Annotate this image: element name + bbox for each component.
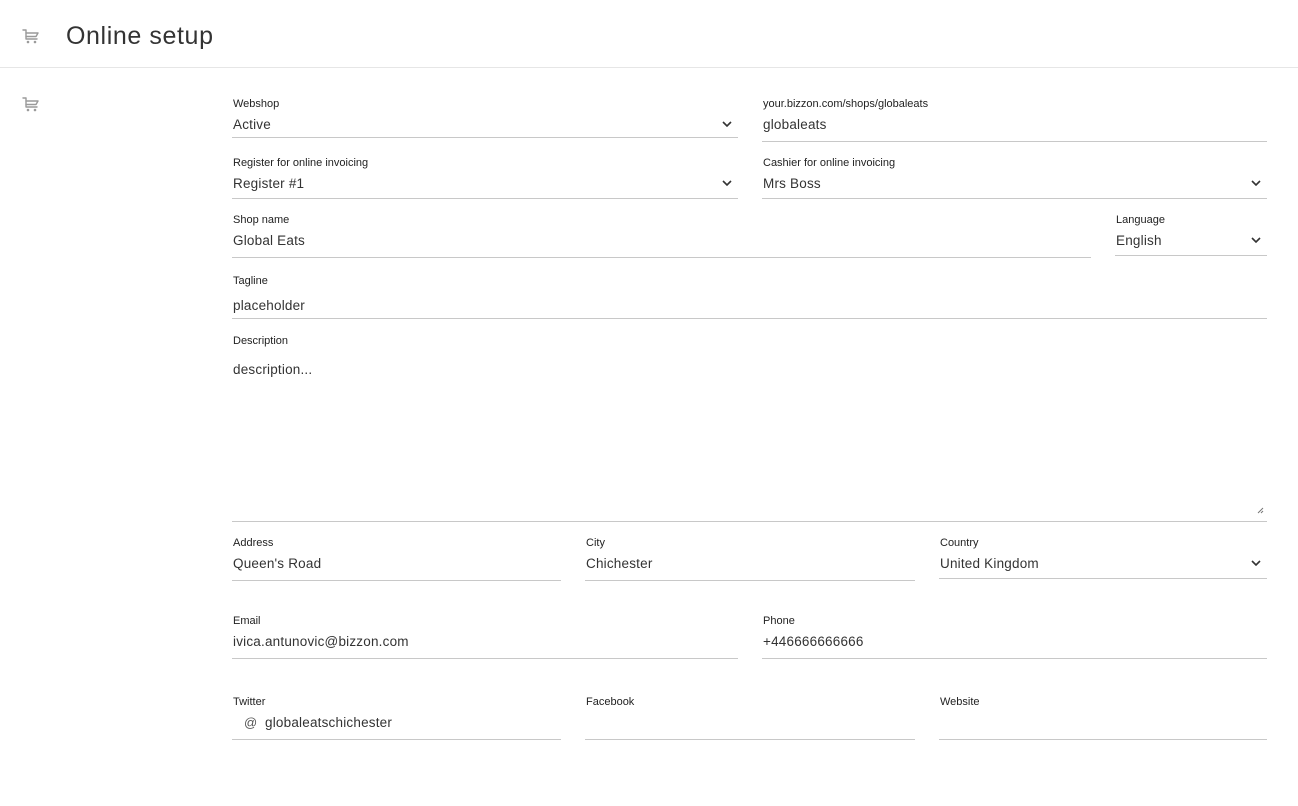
page-title: Online setup xyxy=(66,22,214,50)
webshop-value: Active xyxy=(233,117,271,132)
tagline-input[interactable]: Tagline placeholder xyxy=(232,275,1267,319)
city-input[interactable]: City Chichester xyxy=(585,537,915,581)
phone-field[interactable]: Phone +446666666666 xyxy=(762,615,1267,659)
address-input[interactable]: Address Queen's Road xyxy=(232,537,561,581)
cashier-select[interactable]: Cashier for online invoicing Mrs Boss xyxy=(762,157,1267,199)
country-select[interactable]: Country United Kingdom xyxy=(939,537,1267,579)
language-select[interactable]: Language English xyxy=(1115,214,1267,256)
language-value: English xyxy=(1116,233,1162,248)
chevron-down-icon xyxy=(722,180,732,186)
email-value: ivica.antunovic@bizzon.com xyxy=(233,634,409,649)
description-label: Description xyxy=(233,335,289,347)
country-label: Country xyxy=(940,537,979,549)
at-sign-icon: @ xyxy=(244,715,258,730)
cart-icon[interactable] xyxy=(22,96,40,117)
description-value: description... xyxy=(233,362,313,377)
shop-name-label: Shop name xyxy=(233,214,290,226)
shop-name-value: Global Eats xyxy=(233,233,305,248)
address-label: Address xyxy=(233,537,274,549)
city-value: Chichester xyxy=(586,556,653,571)
webshop-label: Webshop xyxy=(233,98,280,110)
cashier-value: Mrs Boss xyxy=(763,176,821,191)
page-header: Online setup xyxy=(0,0,1298,68)
cashier-label: Cashier for online invoicing xyxy=(763,157,896,169)
language-label: Language xyxy=(1116,214,1165,226)
website-label: Website xyxy=(940,696,980,708)
twitter-label: Twitter xyxy=(233,696,266,708)
shop-name-input[interactable]: Shop name Global Eats xyxy=(232,214,1091,258)
register-label: Register for online invoicing xyxy=(233,157,369,169)
city-label: City xyxy=(586,537,605,549)
chevron-down-icon xyxy=(1251,237,1261,243)
website-input[interactable]: Website xyxy=(939,696,1267,740)
cart-icon xyxy=(22,28,40,49)
register-value: Register #1 xyxy=(233,176,305,191)
twitter-value: globaleatschichester xyxy=(265,715,393,730)
description-textarea[interactable]: Description description... xyxy=(232,335,1267,522)
tagline-label: Tagline xyxy=(233,275,268,287)
email-field[interactable]: Email ivica.antunovic@bizzon.com xyxy=(232,615,738,659)
phone-label: Phone xyxy=(763,615,795,627)
facebook-label: Facebook xyxy=(586,696,635,708)
shop-url-value: globaleats xyxy=(763,117,827,132)
chevron-down-icon xyxy=(722,121,732,127)
webshop-select[interactable]: Webshop Active xyxy=(232,98,738,140)
address-value: Queen's Road xyxy=(233,556,322,571)
chevron-down-icon xyxy=(1251,180,1261,186)
country-value: United Kingdom xyxy=(940,556,1039,571)
chevron-down-icon xyxy=(1251,560,1261,566)
shop-url-input[interactable]: your.bizzon.com/shops/globaleats globale… xyxy=(762,98,1267,142)
resize-handle-icon[interactable] xyxy=(1257,501,1264,519)
twitter-input[interactable]: Twitter @ globaleatschichester xyxy=(232,696,561,740)
register-select[interactable]: Register for online invoicing Register #… xyxy=(232,157,738,199)
shop-url-label: your.bizzon.com/shops/globaleats xyxy=(763,98,929,110)
facebook-input[interactable]: Facebook xyxy=(585,696,915,740)
tagline-value: placeholder xyxy=(233,298,306,313)
phone-value: +446666666666 xyxy=(763,634,864,649)
email-label: Email xyxy=(233,615,261,627)
